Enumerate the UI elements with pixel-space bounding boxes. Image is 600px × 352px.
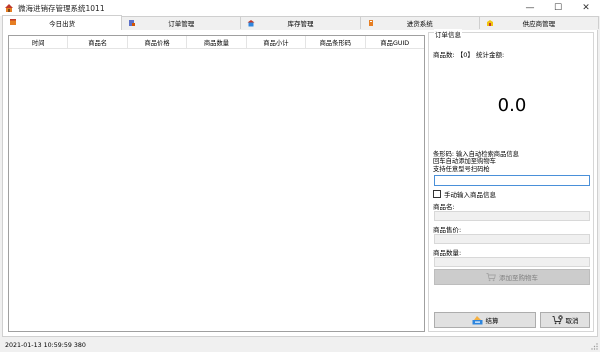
barcode-hint-line: 支持任意型号扫码枪: [433, 165, 490, 173]
window-title: 微海进销存管理系统1011: [18, 3, 105, 13]
tab-order-management[interactable]: 订单管理: [121, 16, 242, 29]
manual-input-toggle[interactable]: 手动输入商品信息: [433, 189, 496, 199]
checkout-label: 结算: [485, 317, 499, 325]
resize-grip-icon[interactable]: [590, 342, 598, 350]
order-summary: 商品数: 【0】 统计金额:: [433, 51, 505, 59]
grid-header: 时间 商品名 商品价格 商品数量 商品小计 商品条形码 商品GUID: [9, 36, 424, 49]
tab-label: 订单管理: [168, 20, 195, 28]
order-info-group: 订单信息 商品数: 【0】 统计金额: 0.0 条形码: 输入自动检索商品信息 …: [428, 29, 594, 332]
column-header-price[interactable]: 商品价格: [128, 36, 188, 48]
supplier-icon: [486, 19, 494, 27]
cancel-label: 取消: [565, 317, 579, 325]
tab-supplier-management[interactable]: 供应商管理: [478, 16, 600, 29]
order-icon: [128, 19, 136, 27]
warehouse-icon: [247, 19, 255, 27]
cancel-button[interactable]: 取消: [540, 312, 590, 328]
barcode-input[interactable]: [434, 175, 590, 186]
cancel-cart-icon: [552, 315, 563, 325]
product-quantity-field[interactable]: [434, 257, 590, 267]
tab-label: 供应商管理: [522, 20, 556, 28]
tab-label: 今日出货: [49, 20, 76, 28]
column-header-product-name[interactable]: 商品名: [68, 36, 128, 48]
add-to-cart-label: 添加至购物车: [499, 274, 538, 282]
checkout-icon: [472, 315, 483, 325]
tab-label: 库存管理: [287, 20, 314, 28]
manual-input-checkbox[interactable]: [433, 190, 441, 198]
cart-icon: [486, 272, 496, 282]
product-name-field[interactable]: [434, 211, 590, 221]
purchase-icon: [367, 19, 375, 27]
app-logo-icon: [4, 3, 14, 13]
shipping-icon: [9, 18, 17, 26]
order-total-amount: 0.0: [497, 95, 527, 116]
column-header-time[interactable]: 时间: [9, 36, 69, 48]
close-button[interactable]: ✕: [572, 0, 600, 16]
product-price-label: 商品售价:: [433, 226, 462, 234]
status-bar: 2021-01-13 10:59:59 380: [0, 339, 600, 351]
tab-purchase-system[interactable]: 进货系统: [359, 16, 480, 29]
barcode-hint-line: 回车自动添加至购物车: [433, 158, 496, 166]
title-bar: 微海进销存管理系统1011 — ☐ ✕: [0, 0, 600, 16]
column-header-subtotal[interactable]: 商品小计: [247, 36, 307, 48]
status-datetime: 2021-01-13 10:59:59 380: [5, 341, 86, 349]
column-header-barcode[interactable]: 商品条形码: [306, 36, 366, 48]
minimize-button[interactable]: —: [516, 0, 544, 16]
tab-label: 进货系统: [406, 20, 433, 28]
main-tabs: 今日出货 订单管理 库存管理 进货系统 供应商管理: [2, 15, 600, 31]
column-header-quantity[interactable]: 商品数量: [187, 36, 247, 48]
tab-inventory-management[interactable]: 库存管理: [240, 16, 361, 29]
product-name-label: 商品名:: [433, 203, 455, 211]
checkout-button[interactable]: 结算: [434, 312, 536, 328]
tab-today-shipping[interactable]: 今日出货: [2, 15, 123, 30]
product-quantity-label: 商品数量:: [433, 249, 462, 257]
barcode-hint: 条形码: 输入自动检索商品信息 回车自动添加至购物车 支持任意型号扫码枪: [433, 151, 519, 173]
manual-input-label: 手动输入商品信息: [444, 191, 496, 199]
add-to-cart-button[interactable]: 添加至购物车: [434, 269, 590, 285]
column-header-guid[interactable]: 商品GUID: [366, 36, 424, 48]
tab-content-panel: 时间 商品名 商品价格 商品数量 商品小计 商品条形码 商品GUID 订单信息 …: [2, 29, 598, 337]
shipping-grid[interactable]: 时间 商品名 商品价格 商品数量 商品小计 商品条形码 商品GUID: [8, 35, 425, 332]
order-info-title: 订单信息: [434, 29, 462, 39]
product-price-field[interactable]: [434, 234, 590, 244]
maximize-button[interactable]: ☐: [544, 0, 572, 16]
